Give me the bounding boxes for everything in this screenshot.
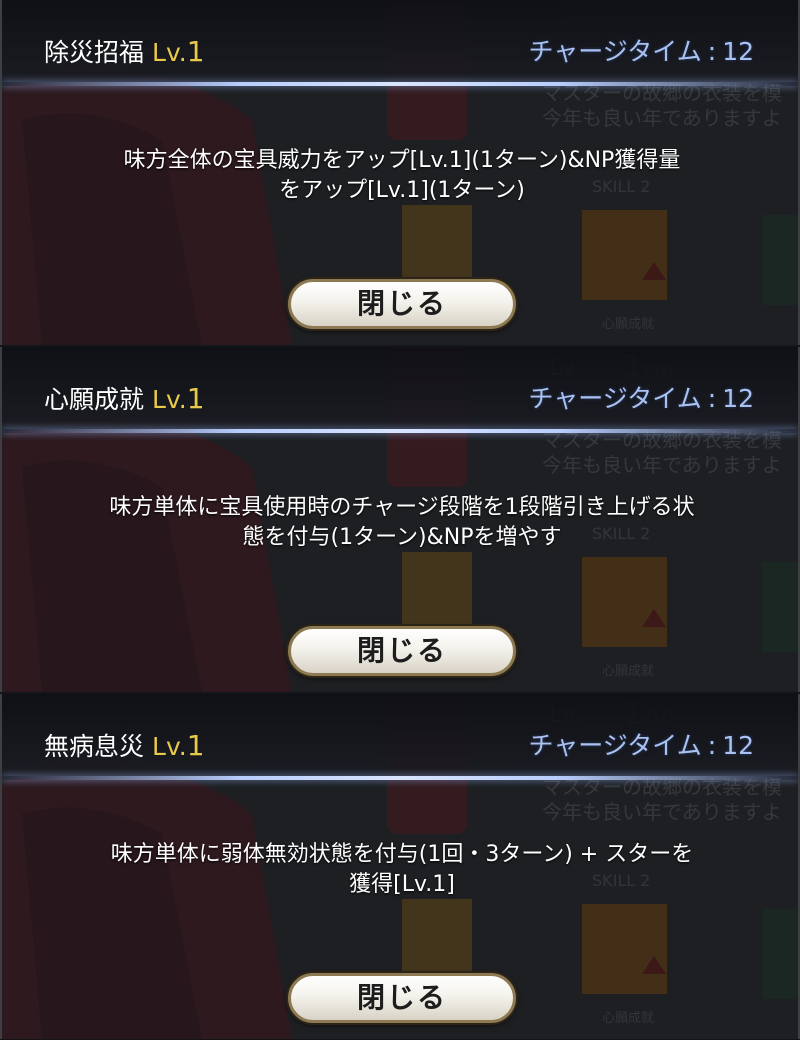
skill-dialog-1: マスターの故郷の衣装を模 今年も良い年でありますよ SKILL 2 心願成就 除… xyxy=(0,0,800,345)
description-line-1: 味方単体に弱体無効状態を付与(1回・3ターン) + スターを xyxy=(110,842,694,867)
description-line-1: 味方全体の宝具威力をアップ[Lv.1](1ターン)&NP獲得量 xyxy=(123,148,681,173)
skill-description: 味方単体に宝具使用時のチャージ段階を1段階引き上げる状 態を付与(1ターン)&N… xyxy=(42,493,762,553)
charge-time-value: 12 xyxy=(722,731,754,760)
charge-time: チャージタイム:12 xyxy=(528,381,754,417)
close-button[interactable]: 閉じる xyxy=(288,279,516,329)
charge-time: チャージタイム:12 xyxy=(528,728,754,764)
charge-time-label: チャージタイム xyxy=(528,384,702,413)
skill-dialog-3: Lv. 1 /10 マスターの故郷の衣装を模 今年も良い年でありますよ SKIL… xyxy=(0,694,800,1039)
skill-level-number: 1 xyxy=(186,382,205,415)
header-divider xyxy=(2,82,798,86)
charge-time: チャージタイム:12 xyxy=(528,34,754,70)
skill-dialog-2: Lv. 1 /10 マスターの故郷の衣装を模 今年も良い年でありますよ SKIL… xyxy=(0,347,800,692)
charge-time-separator: : xyxy=(707,384,717,413)
skill-level-number: 1 xyxy=(186,35,205,68)
charge-time-value: 12 xyxy=(722,384,754,413)
skill-description: 味方単体に弱体無効状態を付与(1回・3ターン) + スターを 獲得[Lv.1] xyxy=(42,840,762,900)
charge-time-label: チャージタイム xyxy=(528,731,702,760)
description-line-1: 味方単体に宝具使用時のチャージ段階を1段階引き上げる状 xyxy=(109,495,695,520)
skill-name: 除災招福 xyxy=(44,38,145,67)
skill-name: 無病息災 xyxy=(44,732,145,761)
skill-level-prefix: Lv. xyxy=(152,38,187,67)
charge-time-separator: : xyxy=(707,37,717,66)
charge-time-label: チャージタイム xyxy=(528,37,702,66)
close-button[interactable]: 閉じる xyxy=(288,626,516,676)
charge-time-value: 12 xyxy=(722,37,754,66)
skill-name: 心願成就 xyxy=(44,385,145,414)
header-divider xyxy=(2,776,798,780)
skill-title: 除災招福 Lv.1 xyxy=(44,34,205,70)
description-line-2: 態を付与(1ターン)&NPを増やす xyxy=(242,525,562,550)
description-line-2: をアップ[Lv.1](1ターン) xyxy=(279,178,525,203)
skill-level-prefix: Lv. xyxy=(152,732,187,761)
description-line-2: 獲得[Lv.1] xyxy=(349,872,455,897)
skill-description: 味方全体の宝具威力をアップ[Lv.1](1ターン)&NP獲得量 をアップ[Lv.… xyxy=(42,146,762,206)
skill-level-number: 1 xyxy=(186,729,205,762)
skill-title: 無病息災 Lv.1 xyxy=(44,728,205,764)
skill-title: 心願成就 Lv.1 xyxy=(44,381,205,417)
header-divider xyxy=(2,429,798,433)
skill-level-prefix: Lv. xyxy=(152,385,187,414)
close-button[interactable]: 閉じる xyxy=(288,973,516,1023)
charge-time-separator: : xyxy=(707,731,717,760)
